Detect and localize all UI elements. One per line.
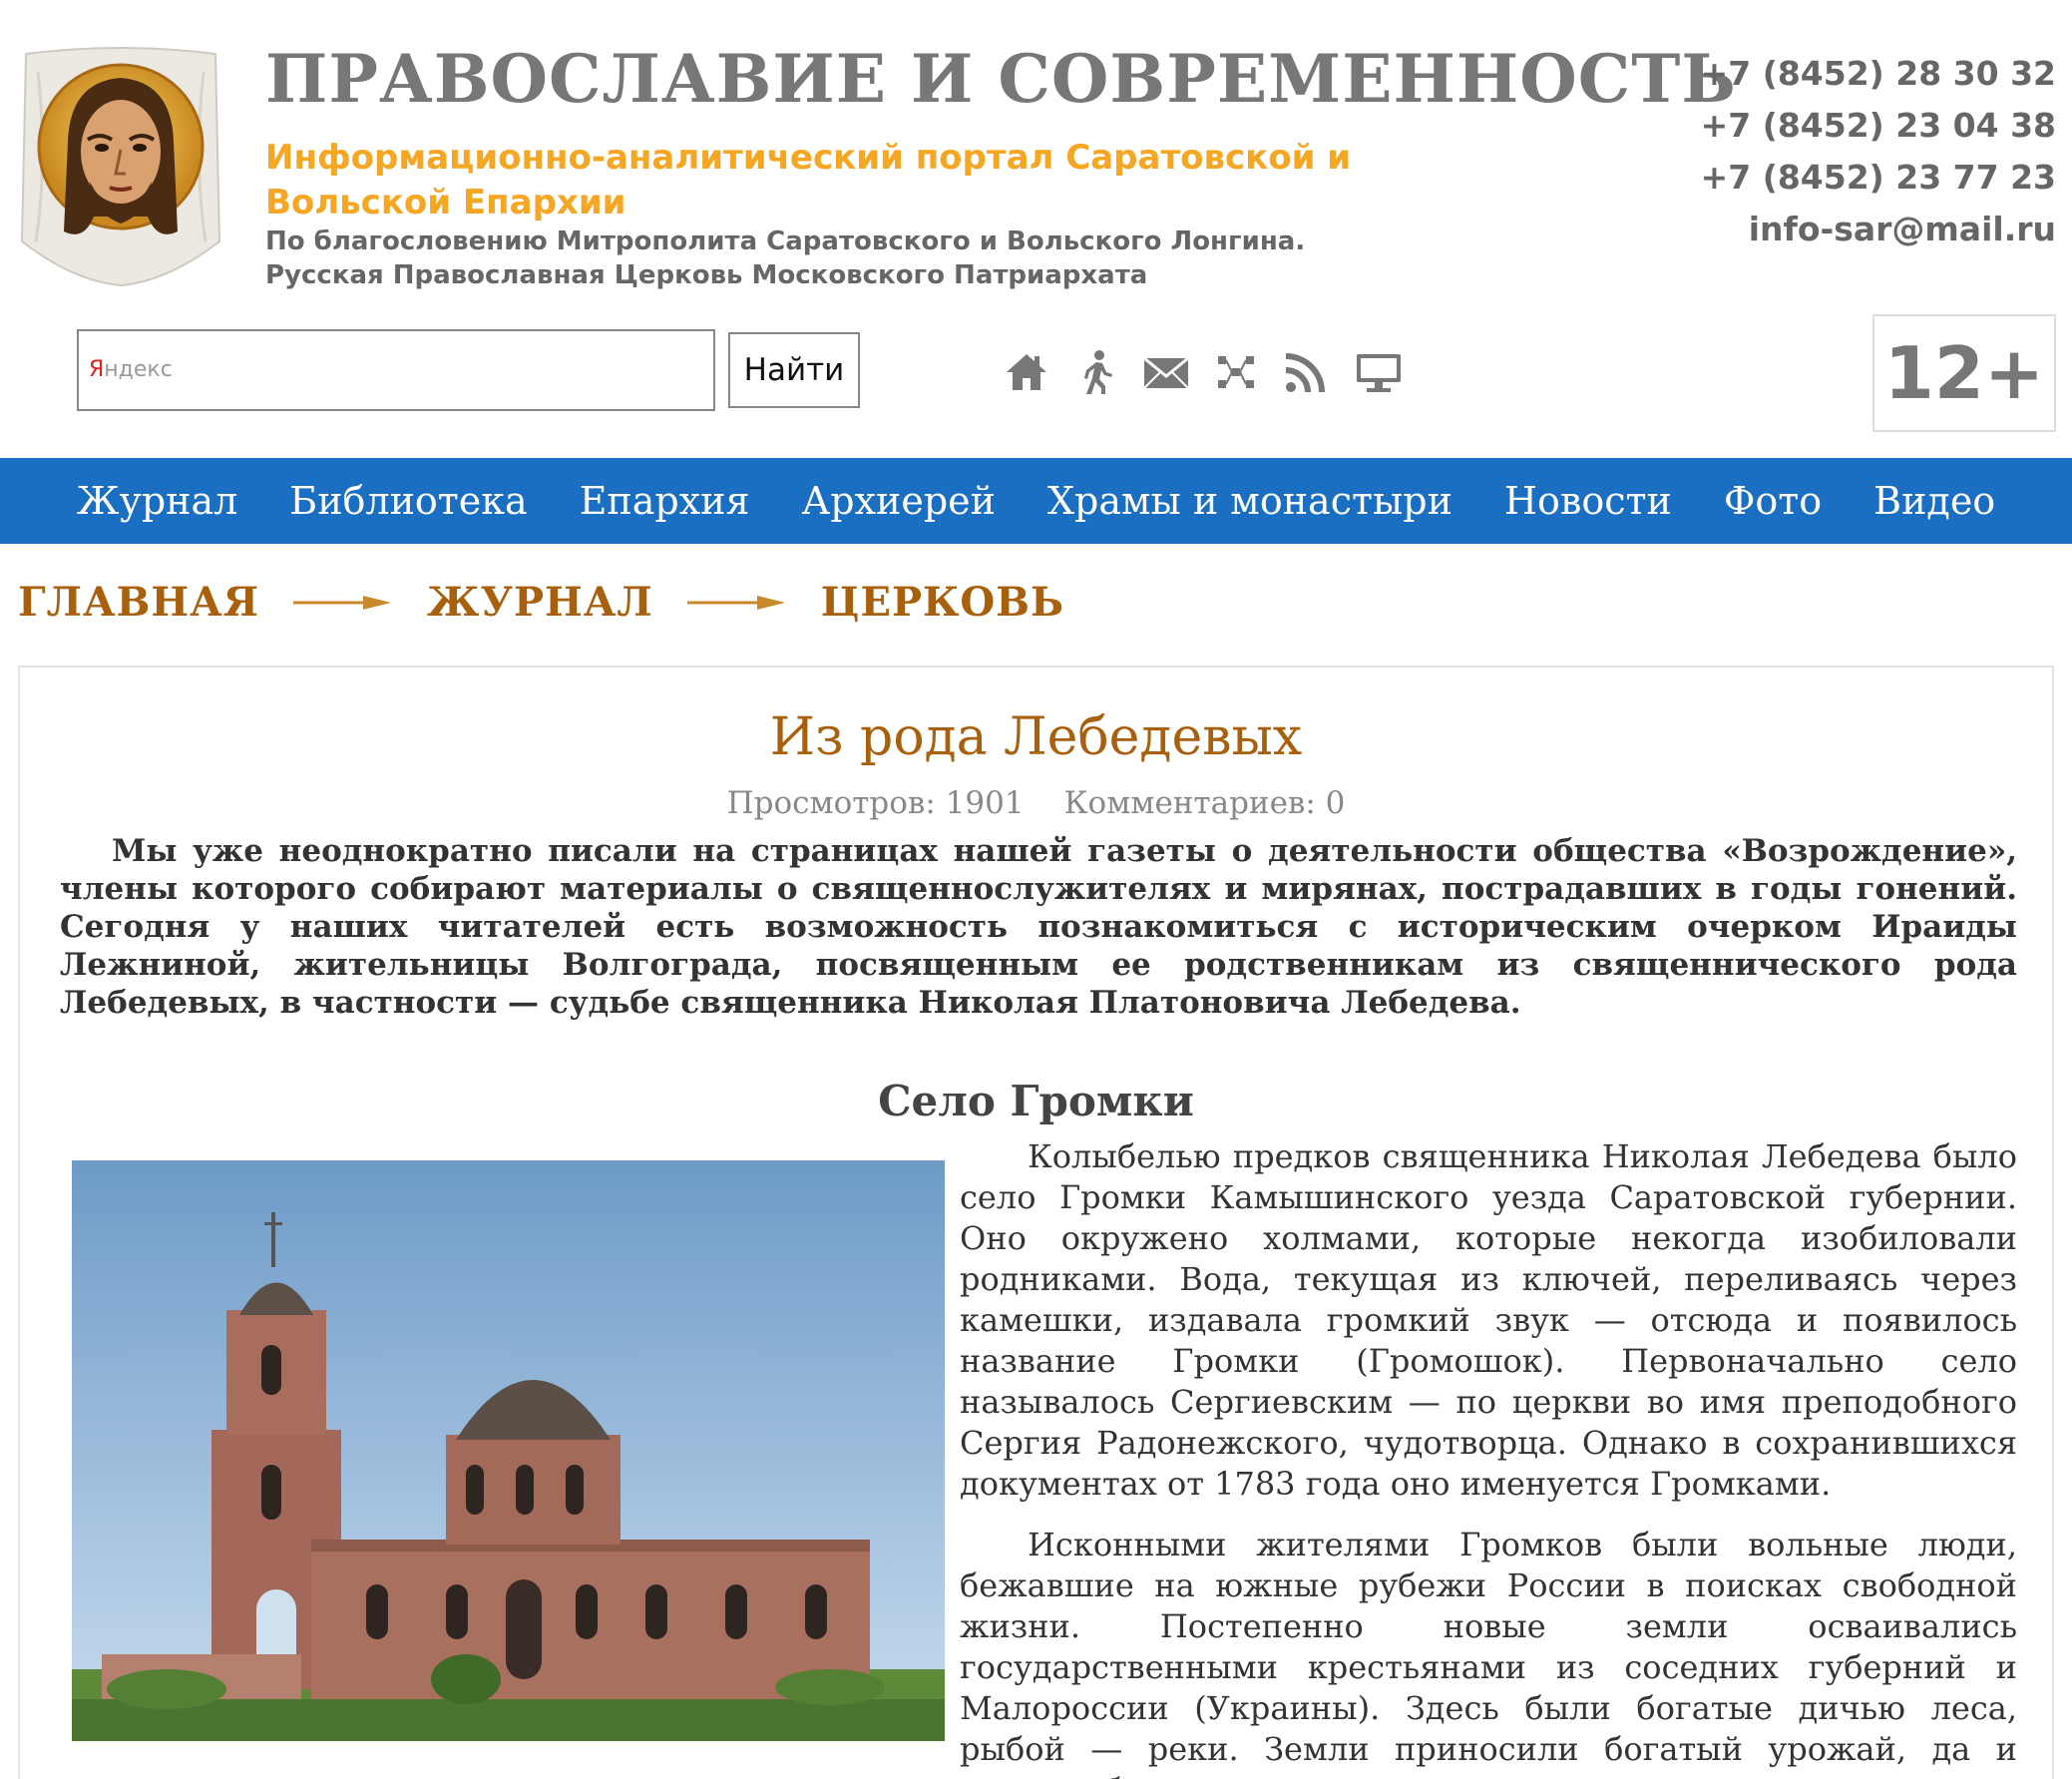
paragraph: Колыбелью предков священника Николая Леб… [960,1137,2017,1503]
quick-links [1003,344,1406,400]
breadcrumb: ГЛАВНАЯ ЖУРНАЛ ЦЕРКОВЬ [18,579,1064,626]
site-title[interactable]: ПРАВОСЛАВИЕ И СОВРЕМЕННОСТЬ [265,40,1737,118]
home-icon[interactable] [1003,348,1050,396]
article-meta: Просмотров: 1901 Комментариев: 0 [20,785,2052,821]
article-title: Из рода Лебедевых [769,707,1303,767]
phone-2[interactable]: +7 (8452) 23 04 38 [1701,100,2056,152]
comments-count[interactable]: Комментариев: 0 [1064,785,1346,821]
search-box: Яндекс [77,329,715,411]
nav-journal[interactable]: Журнал [77,479,238,523]
breadcrumb-home[interactable]: ГЛАВНАЯ [18,579,259,626]
sitemap-icon[interactable] [1212,348,1260,396]
article-body: Колыбелью предков священника Николая Леб… [960,1136,2017,1779]
church-photo[interactable] [72,1160,945,1741]
blessing-text: По благословению Митрополита Саратовског… [265,224,1305,292]
site-subtitle: Информационно-аналитический портал Сарат… [265,138,1352,222]
article: Из рода Лебедевых Просмотров: 1901 Коммен… [18,666,2054,1779]
mail-icon[interactable] [1142,348,1190,396]
arrow-right-icon [686,595,785,610]
nav-library[interactable]: Библиотека [289,479,527,523]
nav-photo[interactable]: Фото [1724,479,1822,523]
nav-news[interactable]: Новости [1504,479,1672,523]
age-rating-badge: 12+ [1872,314,2056,432]
nav-diocese[interactable]: Епархия [580,479,750,523]
arrow-right-icon [293,595,392,610]
section-heading: Село Громки [878,1077,1194,1125]
phone-1[interactable]: +7 (8452) 28 30 32 [1701,48,2056,100]
blessing-line-2: Русская Православная Церковь Московского… [265,260,1148,290]
icon-of-christ-logo[interactable] [18,42,223,287]
nav-churches[interactable]: Храмы и монастыри [1047,479,1452,523]
article-lead: Мы уже неоднократно писали на страницах … [60,833,2017,1021]
contacts: +7 (8452) 28 30 32 +7 (8452) 23 04 38 +7… [1701,48,2056,255]
search-input[interactable] [79,331,713,409]
phone-3[interactable]: +7 (8452) 23 77 23 [1701,152,2056,204]
main-nav: Журнал Библиотека Епархия Архиерей Храмы… [0,458,2072,544]
breadcrumb-church[interactable]: ЦЕРКОВЬ [821,579,1064,626]
email-link[interactable]: info-sar@mail.ru [1701,204,2056,255]
nav-video[interactable]: Видео [1873,479,1995,523]
walker-icon[interactable] [1072,348,1120,396]
monitor-icon[interactable] [1352,348,1406,396]
rss-icon[interactable] [1282,348,1330,396]
paragraph: Исконными жителями Громков были вольные … [960,1526,2017,1779]
views-count: Просмотров: 1901 [726,785,1025,821]
search-button[interactable]: Найти [728,332,860,408]
blessing-line-1: По благословению Митрополита Саратовског… [265,226,1306,256]
nav-bishop[interactable]: Архиерей [801,479,996,523]
breadcrumb-journal[interactable]: ЖУРНАЛ [427,579,653,626]
